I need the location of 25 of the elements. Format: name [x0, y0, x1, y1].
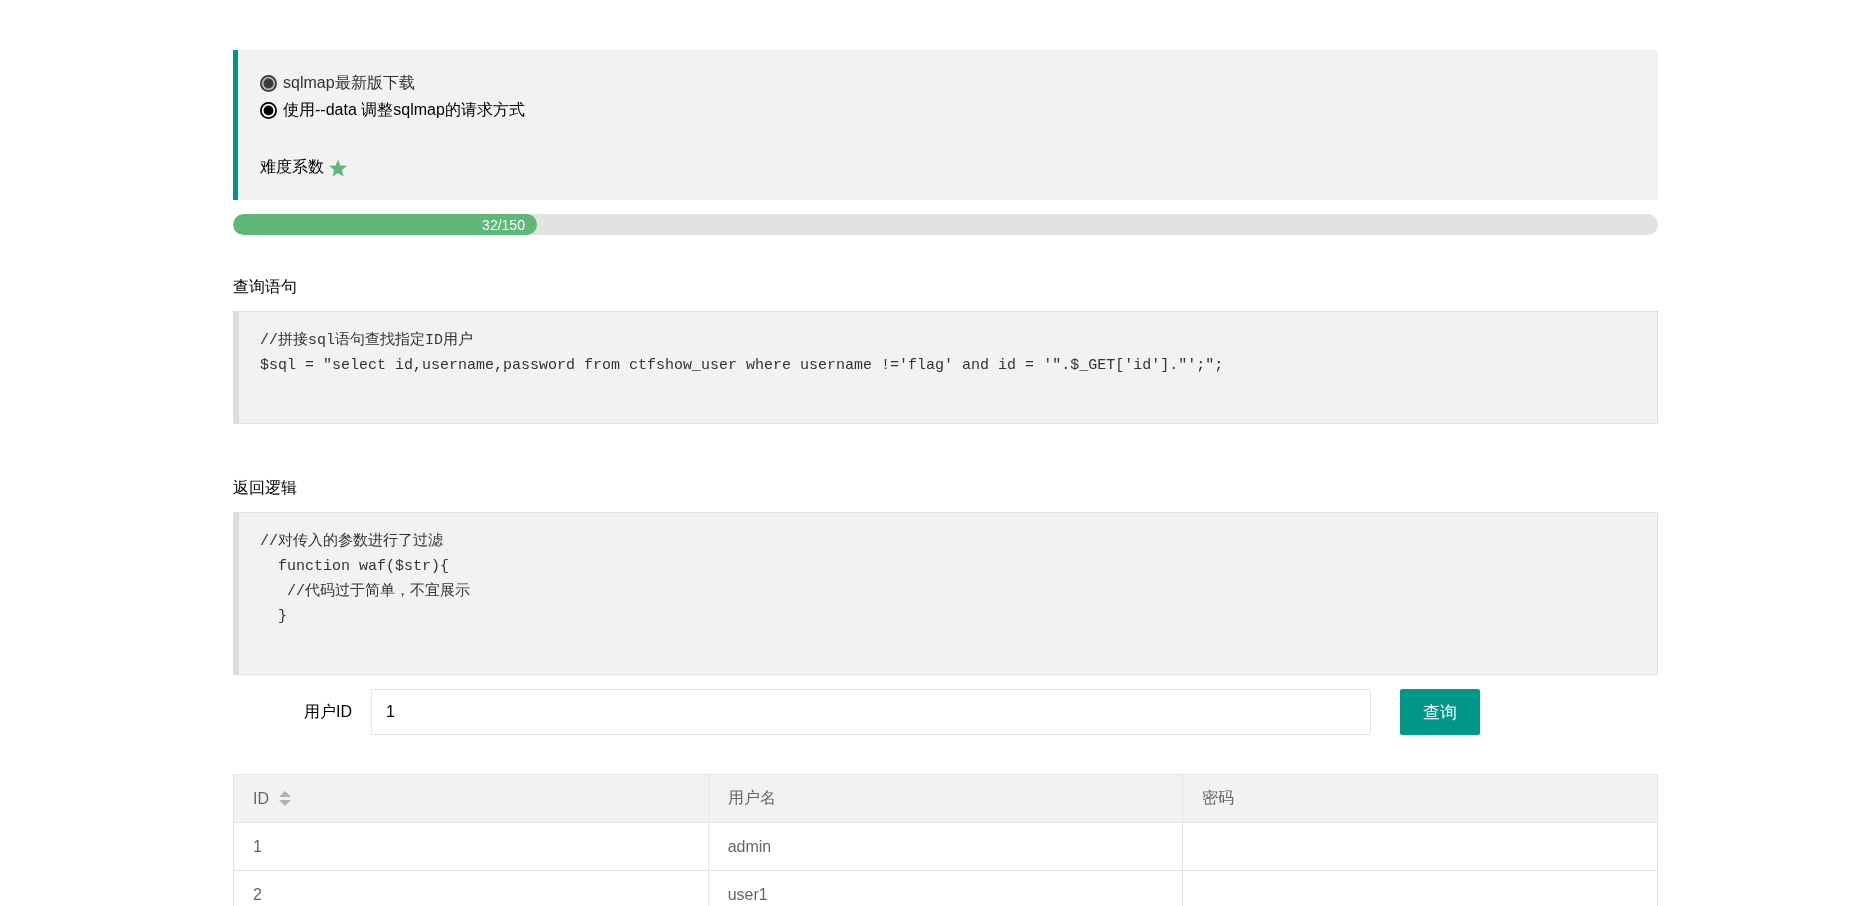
column-header[interactable]: 用户名: [727, 788, 776, 809]
difficulty-label: 难度系数: [260, 157, 324, 177]
download-link[interactable]: sqlmap最新版下载: [283, 73, 415, 94]
star-icon: [329, 158, 347, 177]
user-id-input[interactable]: 1: [371, 689, 1371, 735]
query-button[interactable]: 查询: [1400, 689, 1480, 735]
hint-text: 使用--data 调整sqlmap的请求方式: [283, 100, 525, 120]
sort-icon[interactable]: [279, 791, 291, 806]
field-label: 用户ID: [303, 701, 352, 722]
code-line: //对传入的参数进行了过滤: [260, 531, 443, 552]
code-line: //代码过于简单，不宜展示: [286, 581, 470, 602]
radio-dot-icon: [260, 75, 277, 92]
table-cell: 1: [233, 822, 709, 871]
code-line: //拼接sql语句查找指定ID用户: [260, 330, 473, 351]
code-line: $sql = "select id,username,password from ctfshow_user where username !='flag' and id = '".$_GET['id']."';";: [260, 356, 1224, 376]
code-line: function waf($str){: [277, 557, 450, 577]
section-title: 返回逻辑: [233, 478, 298, 498]
column-header[interactable]: ID: [253, 789, 269, 808]
code-line: }: [277, 607, 287, 627]
column-header[interactable]: 密码: [1202, 788, 1235, 809]
table-cell: admin: [708, 822, 1183, 871]
table-cell: 2: [233, 870, 709, 906]
section-title: 查询语句: [233, 277, 298, 297]
progress-label: 32/150: [482, 216, 526, 233]
radio-dot-icon: [260, 102, 277, 119]
